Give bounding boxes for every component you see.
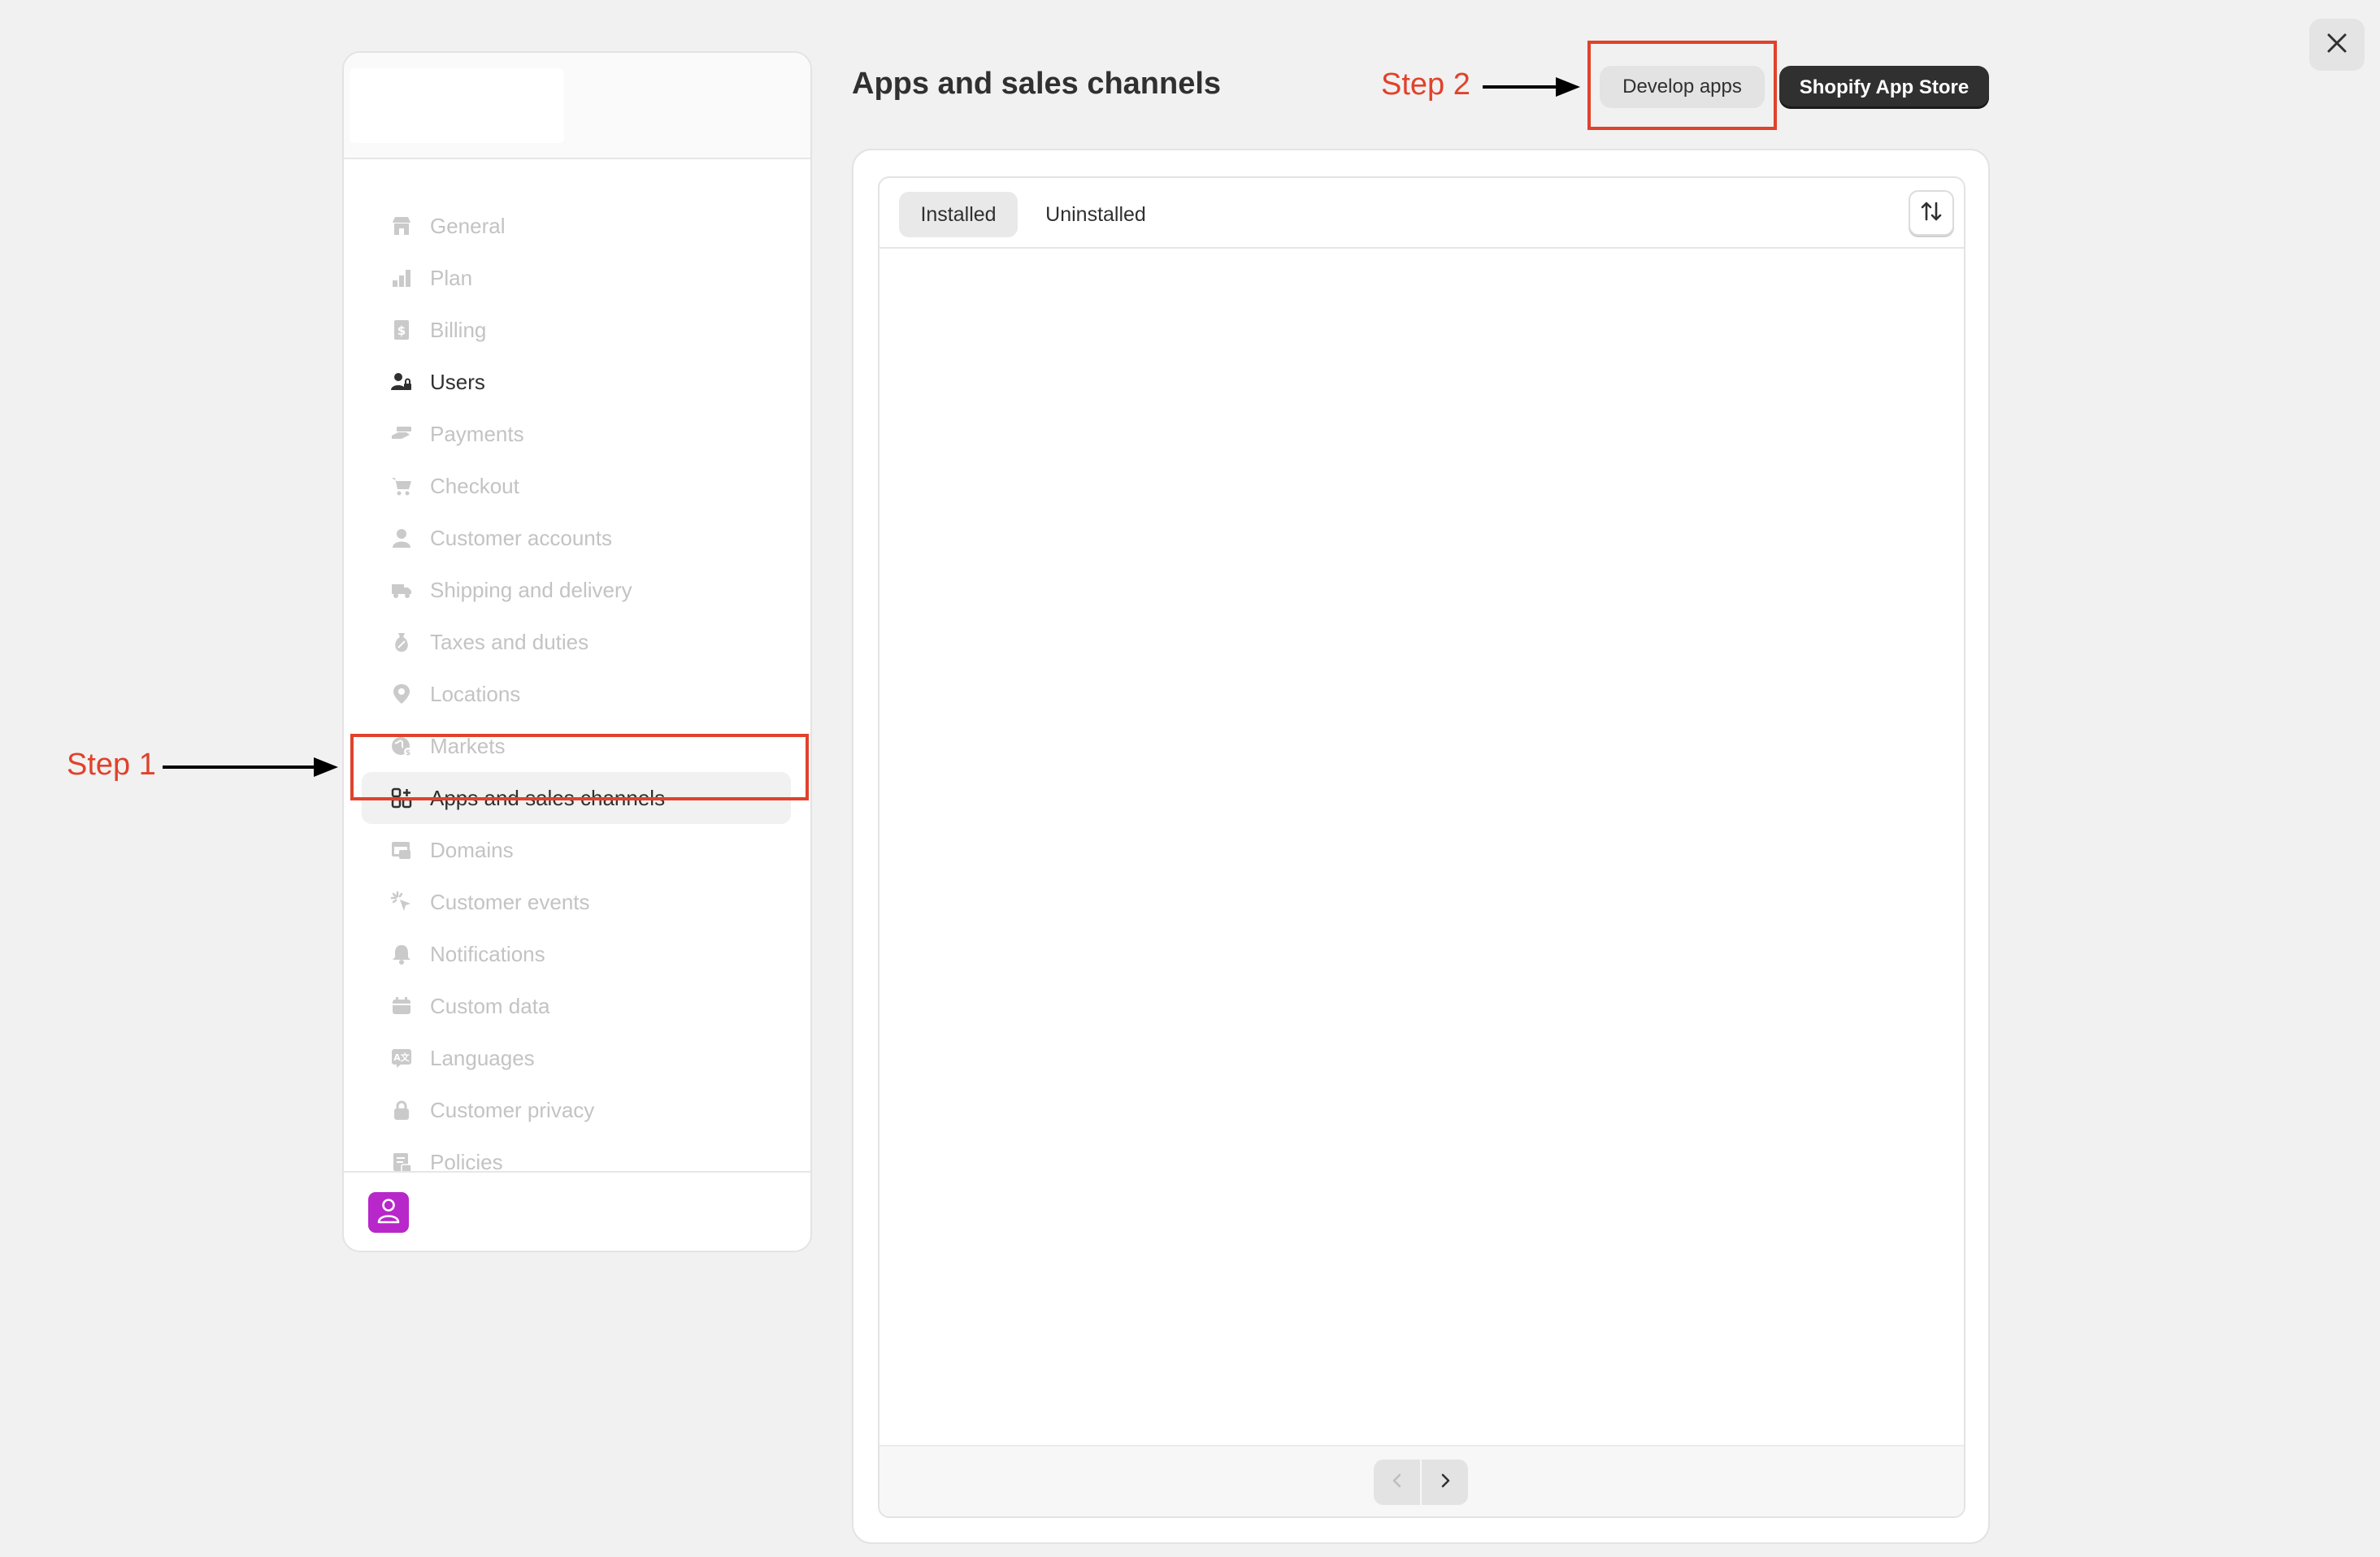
- close-button[interactable]: [2309, 19, 2365, 71]
- step1-highlight: [350, 734, 809, 800]
- step2-label: Step 2: [1381, 67, 1470, 102]
- sidebar-item-label: Domains: [430, 837, 514, 862]
- sidebar-item-payments[interactable]: Payments: [362, 408, 791, 460]
- step1-arrow: [163, 757, 338, 777]
- sort-icon: [1919, 199, 1944, 228]
- sidebar-item-label: Plan: [430, 265, 473, 290]
- payments-icon: [389, 422, 414, 446]
- location-icon: [389, 682, 414, 706]
- apps-card: Installed Uninstalled: [852, 149, 1990, 1544]
- svg-text:A文: A文: [393, 1052, 410, 1063]
- store-logo: [350, 68, 564, 143]
- sidebar-item-customer-events[interactable]: Customer events: [362, 876, 791, 928]
- sidebar-item-users[interactable]: Users: [362, 356, 791, 408]
- bell-icon: [389, 942, 414, 966]
- settings-sidebar: General Plan $ Billing Users Payments Ch…: [342, 51, 812, 1252]
- avatar[interactable]: [368, 1192, 409, 1233]
- sidebar-item-billing[interactable]: $ Billing: [362, 304, 791, 356]
- sidebar-item-general[interactable]: General: [362, 200, 791, 252]
- sidebar-item-label: Customer privacy: [430, 1097, 595, 1122]
- tab-installed[interactable]: Installed: [899, 192, 1018, 237]
- sort-button[interactable]: [1909, 190, 1954, 236]
- sidebar-item-notifications[interactable]: Notifications: [362, 928, 791, 980]
- sidebar-item-label: Locations: [430, 681, 521, 706]
- store-header: [344, 53, 810, 159]
- pagination-bar: [879, 1445, 1964, 1516]
- store-icon: [389, 214, 414, 238]
- sidebar-item-custom-data[interactable]: Custom data: [362, 980, 791, 1032]
- page-title: Apps and sales channels: [852, 67, 1222, 101]
- database-icon: [389, 994, 414, 1018]
- sidebar-item-locations[interactable]: Locations: [362, 668, 791, 720]
- sidebar-item-customer-privacy[interactable]: Customer privacy: [362, 1084, 791, 1136]
- apps-list-panel: Installed Uninstalled: [878, 176, 1965, 1518]
- chevron-left-icon: [1389, 1472, 1405, 1493]
- previous-page-button[interactable]: [1374, 1459, 1420, 1505]
- lock-icon: [389, 1098, 414, 1122]
- shopify-app-store-button[interactable]: Shopify App Store: [1779, 66, 1989, 109]
- apps-list: [879, 249, 1964, 1446]
- billing-icon: $: [389, 318, 414, 342]
- tax-icon: [389, 630, 414, 654]
- next-page-button[interactable]: [1422, 1459, 1468, 1505]
- sidebar-item-label: Checkout: [430, 473, 519, 498]
- sidebar-item-label: Users: [430, 369, 485, 394]
- plan-icon: [389, 266, 414, 290]
- sidebar-item-label: Taxes and duties: [430, 629, 589, 654]
- sidebar-item-plan[interactable]: Plan: [362, 252, 791, 304]
- sidebar-item-label: Custom data: [430, 993, 550, 1018]
- users-icon: [389, 370, 414, 394]
- sidebar-item-label: Languages: [430, 1045, 535, 1070]
- close-icon: [2326, 33, 2347, 58]
- person-icon: [389, 526, 414, 550]
- cursor-icon: [389, 890, 414, 914]
- sidebar-item-label: Shipping and delivery: [430, 577, 632, 602]
- language-icon: A文: [389, 1046, 414, 1070]
- sidebar-item-label: General: [430, 213, 506, 238]
- sidebar-item-label: Billing: [430, 317, 487, 342]
- chevron-right-icon: [1437, 1472, 1453, 1493]
- step2-arrow: [1483, 77, 1580, 97]
- step2-highlight: [1587, 41, 1777, 130]
- sidebar-item-label: Customer accounts: [430, 525, 612, 550]
- svg-text:$: $: [397, 323, 406, 338]
- tabs-bar: Installed Uninstalled: [879, 178, 1964, 249]
- sidebar-item-label: Payments: [430, 421, 524, 446]
- avatar-icon: [376, 1197, 402, 1229]
- sidebar-item-shipping[interactable]: Shipping and delivery: [362, 564, 791, 616]
- settings-nav: General Plan $ Billing Users Payments Ch…: [344, 200, 810, 1188]
- cart-icon: [389, 474, 414, 498]
- step1-label: Step 1: [67, 748, 156, 782]
- sidebar-item-languages[interactable]: A文 Languages: [362, 1032, 791, 1084]
- domains-icon: [389, 838, 414, 862]
- tab-uninstalled[interactable]: Uninstalled: [1031, 192, 1161, 237]
- sidebar-footer: [344, 1171, 810, 1251]
- sidebar-item-customer-accounts[interactable]: Customer accounts: [362, 512, 791, 564]
- sidebar-item-taxes[interactable]: Taxes and duties: [362, 616, 791, 668]
- sidebar-item-label: Customer events: [430, 889, 590, 914]
- sidebar-item-domains[interactable]: Domains: [362, 824, 791, 876]
- truck-icon: [389, 578, 414, 602]
- pagination: [1374, 1459, 1468, 1505]
- sidebar-item-label: Notifications: [430, 941, 545, 966]
- sidebar-item-checkout[interactable]: Checkout: [362, 460, 791, 512]
